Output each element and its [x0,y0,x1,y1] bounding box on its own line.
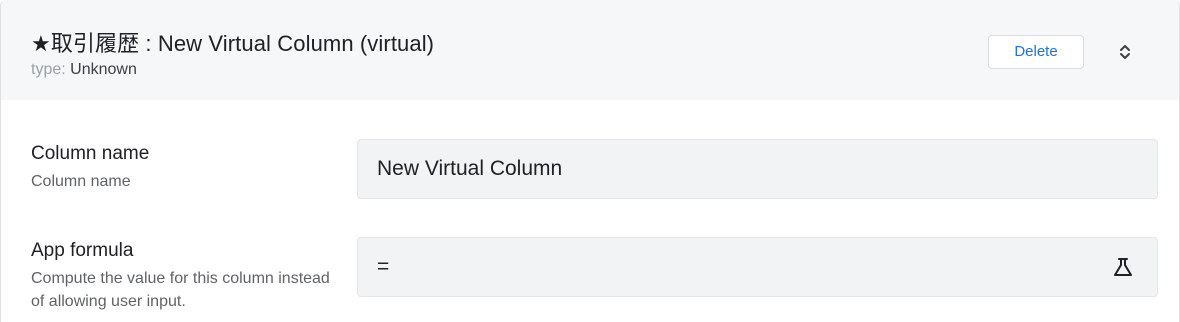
column-type-key: type: [31,61,66,78]
column-type: type: Unknown [31,61,137,79]
app-formula-value: = [377,255,390,278]
expand-collapse-button[interactable] [1111,38,1139,66]
test-formula-button[interactable] [1109,253,1137,281]
column-header: ★取引履歴 : New Virtual Column (virtual) typ… [1,0,1179,100]
column-name-label: Column name [31,143,150,164]
app-formula-label: App formula [31,240,134,261]
app-formula-field[interactable]: = [357,237,1158,297]
delete-button[interactable]: Delete [988,35,1084,69]
column-type-value: Unknown [70,61,137,78]
chevron-up-down-icon [1120,45,1130,59]
column-name-field[interactable]: New Virtual Column [357,139,1158,199]
column-editor-panel: ★取引履歴 : New Virtual Column (virtual) typ… [0,0,1180,322]
column-name-description: Column name [31,173,131,190]
flask-icon [1114,258,1132,276]
app-formula-description: Compute the value for this column instea… [31,270,330,310]
column-name-value: New Virtual Column [377,157,563,180]
column-title: ★取引履歴 : New Virtual Column (virtual) [31,31,435,56]
